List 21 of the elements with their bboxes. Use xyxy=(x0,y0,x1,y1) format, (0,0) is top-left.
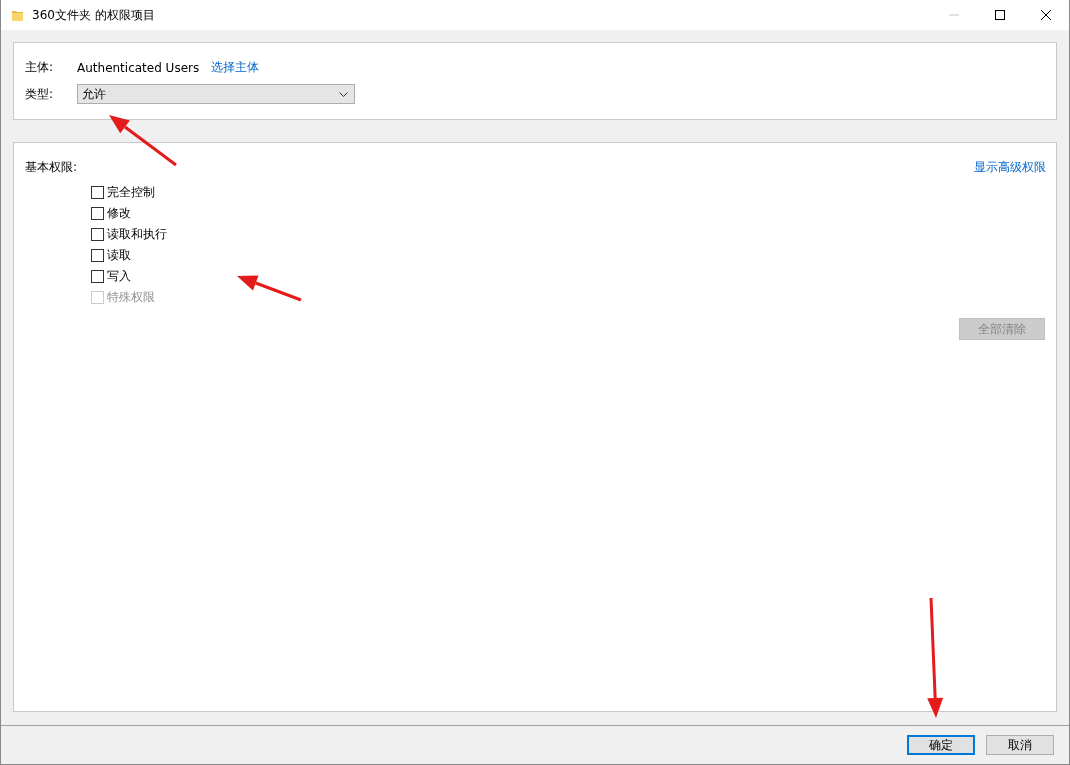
cancel-button[interactable]: 取消 xyxy=(986,735,1054,755)
field-label: 主体: xyxy=(25,59,55,76)
ok-button[interactable]: 确定 xyxy=(907,735,975,755)
permission-checkbox[interactable]: 完全控制 xyxy=(91,182,155,203)
permission-checkbox[interactable]: 读取和执行 xyxy=(91,224,167,245)
annotation-arrow xyxy=(109,115,177,167)
advanced-permissions-link[interactable]: 显示高级权限 xyxy=(974,159,1046,176)
principal-name: Authenticated Users xyxy=(77,60,200,75)
window-title: 360文件夹 的权限项目 xyxy=(32,6,156,24)
section-label: 基本权限: xyxy=(25,159,78,176)
maximize-icon xyxy=(995,10,1005,20)
permission-checkbox[interactable]: 修改 xyxy=(91,203,131,224)
permission-checkbox[interactable]: 读取 xyxy=(91,245,131,266)
close-icon xyxy=(1041,10,1051,20)
field-label: 类型: xyxy=(25,85,55,103)
caret-icon xyxy=(339,91,348,97)
select-principal-link[interactable]: 选择主体 xyxy=(211,59,260,76)
type-dropdown[interactable]: 允许 xyxy=(77,84,355,104)
folder-icon xyxy=(11,8,24,22)
annotation-arrow xyxy=(237,275,302,302)
permission-checkbox[interactable]: 写入 xyxy=(91,266,131,287)
